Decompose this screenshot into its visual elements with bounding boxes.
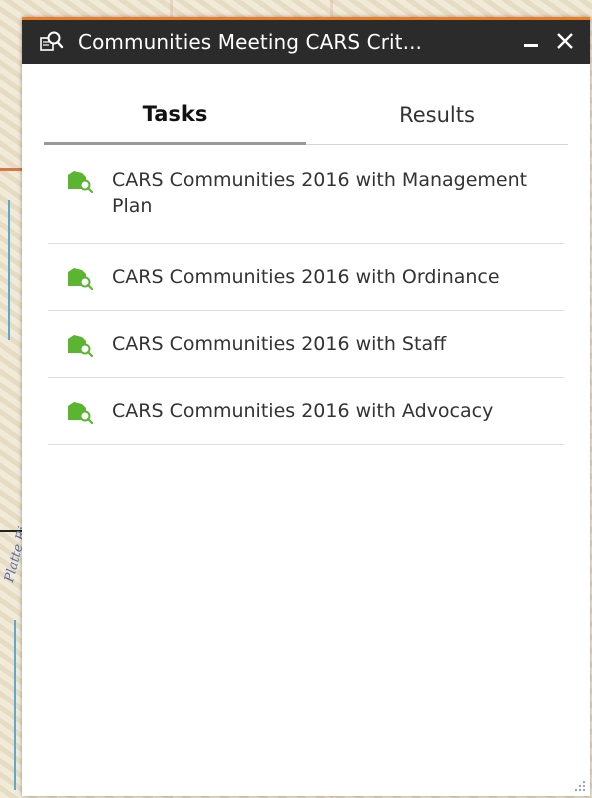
task-label: CARS Communities 2016 with Staff — [112, 333, 447, 355]
minimize-button[interactable] — [516, 26, 546, 56]
task-item-advocacy[interactable]: CARS Communities 2016 with Advocacy — [48, 378, 564, 445]
task-label: CARS Communities 2016 with Advocacy — [112, 400, 494, 422]
map-river — [8, 200, 10, 340]
map-river — [14, 620, 16, 790]
close-icon — [557, 33, 573, 49]
task-label: CARS Communities 2016 with Ordinance — [112, 266, 500, 288]
map-road — [0, 168, 22, 171]
minimize-icon — [524, 43, 538, 47]
query-task-icon — [68, 335, 94, 357]
task-item-management-plan[interactable]: CARS Communities 2016 with Management Pl… — [48, 145, 564, 244]
query-task-icon — [68, 402, 94, 424]
resize-handle-icon[interactable] — [572, 778, 586, 792]
query-task-icon — [68, 171, 94, 193]
task-item-staff[interactable]: CARS Communities 2016 with Staff — [48, 311, 564, 378]
close-button[interactable] — [550, 26, 580, 56]
task-item-ordinance[interactable]: CARS Communities 2016 with Ordinance — [48, 244, 564, 311]
widget-panel: Communities Meeting CARS Crit... Tasks R… — [22, 17, 590, 796]
task-list: CARS Communities 2016 with Management Pl… — [48, 145, 564, 445]
panel-titlebar[interactable]: Communities Meeting CARS Crit... — [22, 17, 590, 64]
tab-tasks[interactable]: Tasks — [44, 86, 306, 145]
task-label: CARS Communities 2016 with Management Pl… — [112, 169, 528, 217]
tab-results[interactable]: Results — [306, 86, 568, 144]
query-task-icon — [68, 268, 94, 290]
tab-bar: Tasks Results — [44, 86, 568, 145]
search-layer-icon — [36, 27, 66, 57]
panel-title: Communities Meeting CARS Crit... — [78, 30, 423, 54]
